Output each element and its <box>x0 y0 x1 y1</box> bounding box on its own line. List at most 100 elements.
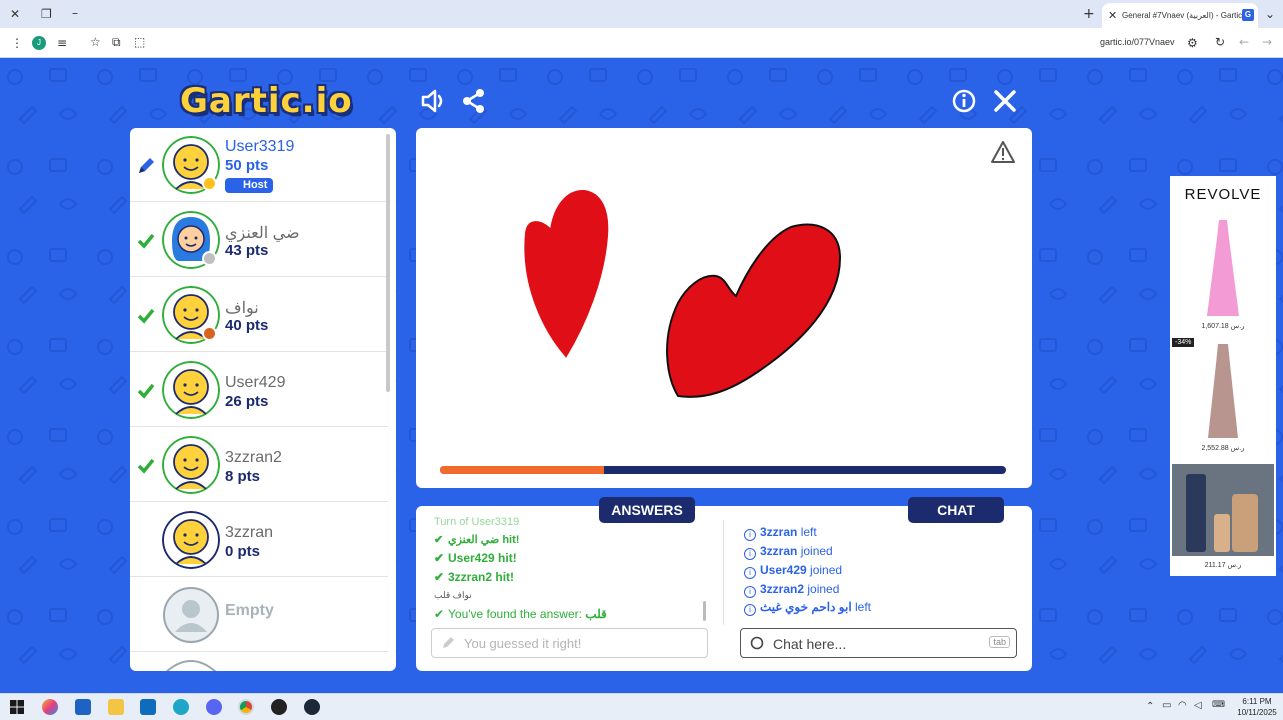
browser-toolbar: ⋮ J ≡ ☆ ⧉ ⬚ gartic.io/077Vnaev ⚙ ↻ ← → <box>0 28 1283 58</box>
answer-found-line: ✔ You've found the answer: قلب <box>434 607 607 621</box>
taskbar-clock[interactable]: 6:11 PM 10/11/2025 <box>1234 696 1280 718</box>
advertisement[interactable]: REVOLVE 1,607.18 ر.س -34% 2,552.88 ر.س 2… <box>1170 176 1276 576</box>
back-icon[interactable]: ← <box>1239 36 1249 48</box>
answer-guess-line: نواف قلب <box>434 590 472 600</box>
players-scrollbar[interactable] <box>386 134 390 392</box>
windows-start-icon[interactable] <box>9 699 25 715</box>
status-dot <box>202 176 217 191</box>
translate-icon[interactable]: ⧉ <box>112 36 121 48</box>
reload-icon[interactable]: ↻ <box>1215 36 1225 48</box>
player-name: 3zzran2 <box>225 449 282 466</box>
check-icon <box>137 383 155 399</box>
discord-icon[interactable] <box>206 699 222 715</box>
close-window-icon[interactable]: ✕ <box>10 8 20 20</box>
player-name: Empty <box>225 602 274 619</box>
info-icon[interactable] <box>950 87 978 115</box>
chat-input-placeholder: Chat here... <box>773 636 847 652</box>
game-app-icon[interactable] <box>271 699 287 715</box>
host-label: Host <box>243 179 268 191</box>
screenshot-icon[interactable]: ⬚ <box>134 36 145 48</box>
panel-divider <box>723 520 724 625</box>
tab-title: General #7Vnaev (العربية) - Gartic <box>1122 11 1243 20</box>
player-row: ضي العنزي 43 pts <box>130 203 388 277</box>
profile-avatar[interactable]: J <box>32 36 46 50</box>
gartic-logo: Gartic.io <box>180 81 353 121</box>
tab-chat[interactable]: CHAT <box>908 497 1004 523</box>
ad-dress-image[interactable] <box>1203 342 1243 442</box>
player-name: User429 <box>225 374 286 391</box>
chat-message: i User429 joined <box>744 563 842 579</box>
tab-close-icon[interactable]: ✕ <box>1108 9 1117 22</box>
forward-icon[interactable]: → <box>1262 36 1272 48</box>
keyboard-icon[interactable]: ⌨ <box>1212 701 1225 710</box>
check-icon <box>137 458 155 474</box>
site-settings-icon[interactable]: ⚙ <box>1187 37 1198 49</box>
info-icon: i <box>744 604 756 616</box>
check-icon: ✔ <box>434 570 445 584</box>
answer-input[interactable]: You guessed it right! <box>431 628 708 658</box>
store-icon[interactable] <box>75 699 91 715</box>
address-bar[interactable]: gartic.io/077Vnaev <box>1100 37 1175 47</box>
browser-tab[interactable]: ✕ General #7Vnaev (العربية) - Gartic G <box>1102 3 1258 28</box>
sound-icon[interactable] <box>419 87 447 115</box>
hit-player-name: User429 <box>448 551 495 565</box>
answers-chat-panel: Turn of User3319 ✔ ضي العنزي hit! ✔ User42… <box>416 506 1032 671</box>
gartic-favicon-icon: G <box>1242 9 1254 21</box>
ad-price: 211.17 ر.س <box>1204 562 1242 569</box>
edge-icon[interactable] <box>173 699 189 715</box>
answer-hit-line: ✔ User429 hit! <box>434 551 517 565</box>
restore-window-icon[interactable]: ❐ <box>41 8 52 20</box>
player-points: 8 pts <box>225 468 261 485</box>
hit-suffix: hit! <box>492 570 515 584</box>
chat-user: ابو داحم خوي غيث <box>760 600 852 614</box>
player-row: User429 26 pts <box>130 353 388 427</box>
tab-answers[interactable]: ANSWERS <box>599 497 695 523</box>
new-tab-icon[interactable]: + <box>1083 7 1095 21</box>
chat-user: User429 <box>760 563 807 577</box>
tray-chevron-icon[interactable]: ⌃ <box>1146 702 1154 712</box>
round-timer-bar <box>440 466 1006 474</box>
drawing-canvas[interactable] <box>416 128 1032 488</box>
player-points: 0 pts <box>225 543 261 560</box>
volume-icon[interactable]: ◁ <box>1194 701 1202 711</box>
wifi-icon[interactable]: ◠ <box>1178 701 1187 711</box>
turn-line: Turn of User3319 <box>434 516 520 528</box>
check-icon: ✔ <box>434 607 445 621</box>
menu-icon[interactable]: ⋮ <box>11 37 23 49</box>
close-icon[interactable] <box>991 87 1019 115</box>
answers-scrollbar[interactable] <box>703 601 706 621</box>
info-icon: i <box>744 529 756 541</box>
ad-dress-image[interactable] <box>1203 218 1243 318</box>
hit-player-name: ضي العنزي <box>448 534 500 546</box>
hit-player-name: 3zzran2 <box>448 570 493 584</box>
player-name: 3zzran <box>225 524 274 541</box>
extensions-icon[interactable]: ≡ <box>57 37 67 49</box>
answer-hit-line: ✔ ضي العنزي hit! <box>434 533 519 546</box>
chat-message: i ابو داحم خوي غيث left <box>744 600 871 616</box>
player-row: نواف 40 pts <box>130 278 388 352</box>
info-icon: i <box>744 548 756 560</box>
chat-user: 3zzran <box>760 544 798 558</box>
player-points: 40 pts <box>225 317 269 334</box>
check-icon: ✔ <box>434 534 444 546</box>
chat-bubble-icon <box>750 636 764 650</box>
player-points: 43 pts <box>225 242 269 259</box>
chrome-icon[interactable] <box>238 699 254 715</box>
chat-input[interactable]: Chat here... tab <box>740 628 1017 658</box>
chat-message: i 3zzran left <box>744 525 817 541</box>
network-icon[interactable]: ▭ <box>1162 701 1171 711</box>
copilot-icon[interactable] <box>42 699 58 715</box>
ad-cosmetics-image[interactable] <box>1172 464 1274 556</box>
share-icon[interactable] <box>460 87 488 115</box>
tab-list-chevron-icon[interactable]: ⌄ <box>1265 8 1275 20</box>
chat-user: 3zzran2 <box>760 582 805 596</box>
answer-input-placeholder: You guessed it right! <box>464 636 582 651</box>
minimize-window-icon[interactable]: – <box>72 7 78 19</box>
outlook-icon[interactable] <box>140 699 156 715</box>
steam-icon[interactable] <box>304 699 320 715</box>
file-explorer-icon[interactable] <box>108 699 124 715</box>
hit-suffix: hit! <box>499 534 520 546</box>
game-stage: Gartic.io User3319 50 pts Host ضي العنزي… <box>0 59 1283 693</box>
bookmark-star-icon[interactable]: ☆ <box>90 36 101 48</box>
hit-suffix: hit! <box>494 551 517 565</box>
